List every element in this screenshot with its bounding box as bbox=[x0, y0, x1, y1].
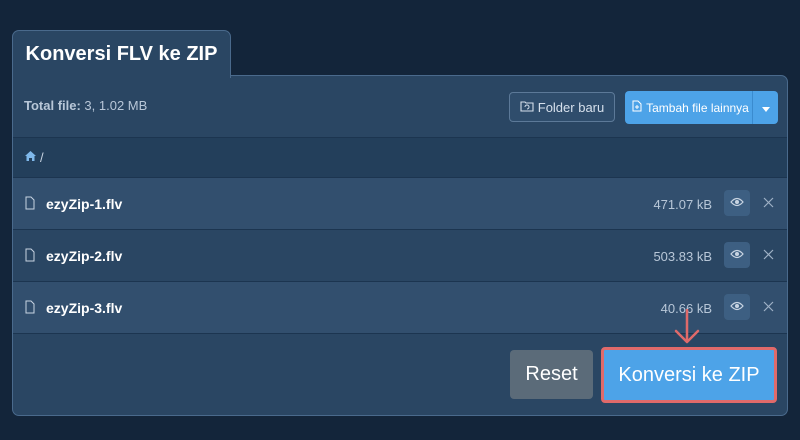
new-folder-label: Folder baru bbox=[537, 99, 605, 115]
eye-icon bbox=[730, 246, 744, 264]
convert-button-highlight: Konversi ke ZIP bbox=[601, 347, 777, 403]
eye-icon bbox=[730, 298, 744, 316]
eye-icon bbox=[730, 194, 744, 212]
page-title: Konversi FLV ke ZIP bbox=[25, 43, 218, 65]
remove-file-button[interactable] bbox=[759, 299, 777, 317]
add-files-button[interactable]: Tambah file lainnya bbox=[625, 91, 778, 124]
toolbar: Total file: 3, 1.02 MB Folder baru Tamba… bbox=[13, 76, 787, 137]
file-icon bbox=[25, 300, 35, 319]
file-panel: Total file: 3, 1.02 MB Folder baru Tamba… bbox=[12, 75, 788, 416]
folder-refresh-icon bbox=[520, 100, 534, 115]
close-icon bbox=[763, 247, 774, 265]
reset-label: Reset bbox=[525, 363, 578, 385]
file-name: ezyZip-1.flv bbox=[46, 196, 123, 212]
file-plus-icon bbox=[632, 100, 642, 115]
breadcrumb: / bbox=[13, 137, 787, 178]
preview-button[interactable] bbox=[724, 190, 750, 216]
file-name: ezyZip-2.flv bbox=[46, 248, 123, 264]
preview-button[interactable] bbox=[724, 294, 750, 320]
total-file-info: Total file: 3, 1.02 MB bbox=[24, 98, 147, 113]
page-title-tab: Konversi FLV ke ZIP bbox=[12, 30, 231, 78]
file-icon bbox=[25, 196, 35, 215]
file-name: ezyZip-3.flv bbox=[46, 300, 123, 316]
file-list: ezyZip-1.flv 471.07 kB ezyZip-2.flv 503.… bbox=[13, 178, 787, 334]
file-row: ezyZip-3.flv 40.66 kB bbox=[13, 282, 787, 334]
caret-down-icon bbox=[761, 101, 770, 115]
add-files-main[interactable]: Tambah file lainnya bbox=[625, 91, 752, 124]
app-stage: Konversi FLV ke ZIP Total file: 3, 1.02 … bbox=[0, 0, 800, 440]
total-file-label: Total file: bbox=[24, 98, 81, 113]
add-files-label: Tambah file lainnya bbox=[646, 100, 749, 115]
new-folder-button[interactable]: Folder baru bbox=[509, 92, 615, 122]
file-size: 503.83 kB bbox=[653, 249, 712, 264]
remove-file-button[interactable] bbox=[759, 195, 777, 213]
close-icon bbox=[763, 195, 774, 213]
preview-button[interactable] bbox=[724, 242, 750, 268]
breadcrumb-separator: / bbox=[40, 150, 44, 165]
file-size: 471.07 kB bbox=[653, 197, 712, 212]
total-file-value: 3, 1.02 MB bbox=[80, 98, 148, 113]
home-icon[interactable] bbox=[24, 150, 37, 165]
file-row: ezyZip-2.flv 503.83 kB bbox=[13, 230, 787, 282]
reset-button[interactable]: Reset bbox=[510, 350, 593, 399]
close-icon bbox=[763, 299, 774, 317]
file-icon bbox=[25, 248, 35, 267]
remove-file-button[interactable] bbox=[759, 247, 777, 265]
arrow-down-icon bbox=[673, 308, 701, 350]
convert-to-zip-button[interactable]: Konversi ke ZIP bbox=[607, 353, 771, 397]
convert-label: Konversi ke ZIP bbox=[618, 363, 760, 386]
add-files-dropdown-toggle[interactable] bbox=[752, 91, 778, 124]
file-row: ezyZip-1.flv 471.07 kB bbox=[13, 178, 787, 230]
